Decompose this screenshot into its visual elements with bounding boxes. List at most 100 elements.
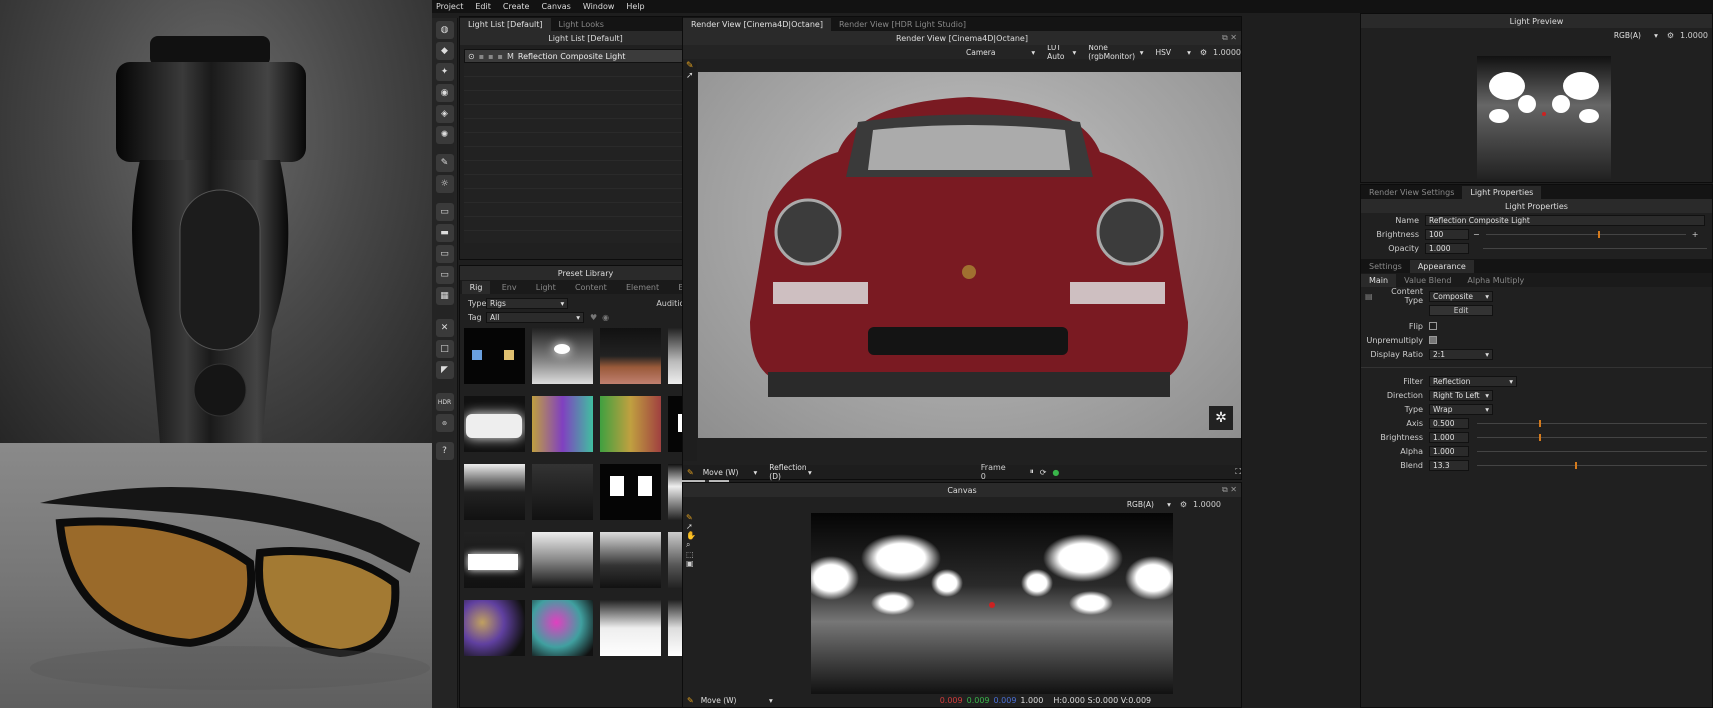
gradient-tool-2-icon[interactable]: ▬ (435, 224, 454, 242)
pointer-icon[interactable]: ➚ (683, 522, 697, 531)
light-tool-7-icon[interactable]: ✎ (435, 154, 454, 172)
gradient-tool-4-icon[interactable]: ▭ (435, 266, 454, 284)
canvas-viewport[interactable] (811, 513, 1173, 694)
tab-settings[interactable]: Settings (1361, 260, 1410, 273)
type-dropdown[interactable]: Rigs ▾ (486, 297, 569, 309)
render-exposure-value[interactable]: 1.0000 (1213, 48, 1241, 57)
preset-thumbnail[interactable] (464, 532, 525, 588)
panel-controls-icon[interactable]: ⧉ ✕ (1222, 485, 1237, 495)
unpremultiply-checkbox[interactable] (1429, 336, 1437, 344)
tab-rig[interactable]: Rig (461, 281, 491, 294)
exposure-icon[interactable]: ⚙ (1667, 31, 1674, 40)
tab-render-view-settings[interactable]: Render View Settings (1361, 186, 1462, 199)
axis-slider[interactable] (1477, 419, 1707, 427)
gradient-tool-5-icon[interactable]: ▦ (435, 287, 454, 305)
alpha-slider[interactable] (1477, 450, 1707, 452)
canvas-exposure-value[interactable]: 1.0000 (1193, 500, 1221, 509)
gradient-tool-3-icon[interactable]: ▭ (435, 245, 454, 263)
lock-icon[interactable]: ▪ (488, 52, 493, 61)
render-viewport[interactable]: ✲ (698, 72, 1241, 438)
menu-edit[interactable]: Edit (475, 2, 491, 11)
colorspace-dropdown[interactable]: None (rgbMonitor) ▾ (1085, 43, 1146, 61)
hdr-round-tool-icon[interactable]: ⊚ (435, 414, 454, 432)
brightness-increase-icon[interactable]: + (1692, 230, 1699, 239)
menu-create[interactable]: Create (503, 2, 530, 11)
brush-icon[interactable]: ✎ (687, 696, 694, 705)
direction-dropdown[interactable]: Right To Left ▾ (1429, 389, 1493, 401)
pause-icon[interactable]: ⏸ (1030, 467, 1034, 477)
brush-icon[interactable]: ✎ (683, 513, 697, 522)
tab-content[interactable]: Content (567, 281, 615, 294)
preset-thumbnail[interactable] (600, 328, 661, 384)
tab-light-looks[interactable]: Light Looks (551, 18, 612, 31)
tab-env[interactable]: Env (494, 281, 525, 294)
panel-controls-icon[interactable]: ⧉ ✕ (1222, 33, 1237, 43)
alpha-field[interactable]: 1.000 (1429, 445, 1469, 457)
preview-channel-dropdown[interactable]: RGB(A) ▾ (1611, 30, 1661, 41)
close-tool-icon[interactable]: ✕ (435, 319, 454, 337)
exposure-icon[interactable]: ⚙ (1180, 500, 1187, 509)
tab-element[interactable]: Element (618, 281, 667, 294)
preset-thumbnail[interactable] (532, 464, 593, 520)
opacity-field[interactable]: 1.000 (1425, 242, 1469, 254)
preset-thumbnail[interactable] (532, 600, 593, 656)
preset-thumbnail[interactable] (600, 532, 661, 588)
light-tool-3-icon[interactable]: ✦ (435, 63, 454, 81)
light-tool-5-icon[interactable]: ◈ (435, 105, 454, 123)
tab-render-view-hdr[interactable]: Render View [HDR Light Studio] (831, 18, 974, 31)
preset-thumbnail[interactable] (464, 600, 525, 656)
refresh-icon[interactable]: ⟳ (1040, 468, 1047, 477)
brightness-slider[interactable] (1485, 230, 1686, 238)
hand-icon[interactable]: ✋ (683, 531, 697, 540)
tab-main[interactable]: Main (1361, 274, 1397, 287)
filter-dropdown[interactable]: Reflection ▾ (1429, 375, 1517, 387)
tab-light-properties[interactable]: Light Properties (1462, 186, 1542, 199)
preset-thumbnail[interactable] (464, 396, 525, 452)
blend-field[interactable]: 13.3 (1429, 459, 1469, 471)
exposure-icon[interactable]: ⚙ (1200, 48, 1207, 57)
zoom-icon[interactable]: ⌕ (683, 540, 697, 550)
hsv-dropdown[interactable]: HSV ▾ (1153, 47, 1194, 58)
preset-thumbnail[interactable] (600, 396, 661, 452)
tag-dropdown[interactable]: All ▾ (486, 311, 584, 323)
blend-slider-knob[interactable] (1575, 461, 1577, 469)
axis-slider-knob[interactable] (1539, 419, 1541, 427)
preset-thumbnail[interactable] (600, 464, 661, 520)
canvas-channel-dropdown[interactable]: RGB(A) ▾ (1124, 499, 1174, 510)
sun-tool-icon[interactable]: ☼ (435, 175, 454, 193)
filter-brightness-slider-knob[interactable] (1539, 433, 1541, 441)
fullscreen-icon[interactable]: ⛶ (1235, 467, 1241, 477)
visibility-icon[interactable]: ⊙ (468, 52, 475, 61)
flip-checkbox[interactable] (1429, 322, 1437, 330)
preset-thumbnail[interactable] (532, 532, 593, 588)
brush-icon[interactable]: ✎ (683, 61, 697, 71)
select-icon[interactable]: ▪ (498, 52, 503, 61)
tab-alpha-multiply[interactable]: Alpha Multiply (1459, 274, 1532, 287)
light-tool-2-icon[interactable]: ◆ (435, 42, 454, 60)
light-tool-6-icon[interactable]: ✺ (435, 126, 454, 144)
menu-project[interactable]: Project (436, 2, 463, 11)
brightness-slider-knob[interactable] (1597, 230, 1600, 238)
preset-thumbnail[interactable] (464, 464, 525, 520)
preset-thumbnail[interactable] (600, 600, 661, 656)
edit-button[interactable]: Edit (1429, 304, 1493, 316)
marquee-icon[interactable]: ⬚ (683, 550, 697, 559)
eye-icon[interactable]: ◉ (602, 313, 609, 322)
display-ratio-dropdown[interactable]: 2:1 ▾ (1429, 348, 1493, 360)
light-list-item[interactable]: ⊙ ▪ ▪ ▪ M Reflection Composite Light › (464, 49, 707, 63)
favorite-icon[interactable]: ♥ (590, 313, 597, 322)
preset-thumbnail[interactable] (464, 328, 525, 384)
brush-tool-icon[interactable]: ◤ (435, 361, 454, 379)
preset-thumbnail[interactable] (532, 396, 593, 452)
pointer-icon[interactable]: ➚ (683, 71, 697, 81)
preview-exposure-value[interactable]: 1.0000 (1680, 31, 1708, 40)
tab-light-list[interactable]: Light List [Default] (460, 18, 551, 31)
preset-thumbnail[interactable] (532, 328, 593, 384)
content-type-dropdown[interactable]: Composite ▾ (1429, 290, 1493, 302)
opacity-slider[interactable] (1483, 247, 1707, 249)
axis-field[interactable]: 0.500 (1429, 417, 1469, 429)
brightness-field[interactable]: 100 (1425, 228, 1469, 240)
gradient-tool-1-icon[interactable]: ▭ (435, 203, 454, 221)
menu-help[interactable]: Help (626, 2, 644, 11)
help-icon[interactable]: ? (435, 442, 454, 460)
